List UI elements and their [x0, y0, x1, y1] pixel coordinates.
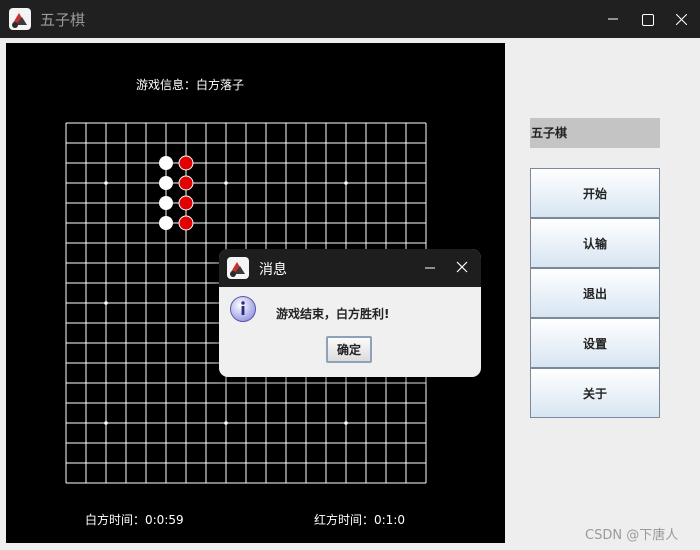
sidebar-title-label: 五子棋 [530, 118, 660, 148]
red-timer: 红方时间：0:1:0 [314, 513, 405, 527]
star-point [104, 181, 108, 185]
window-titlebar: 五子棋 [0, 0, 700, 38]
window-title: 五子棋 [40, 11, 86, 29]
star-point [104, 421, 108, 425]
dialog-minimize-button[interactable] [418, 255, 442, 279]
star-point [344, 181, 348, 185]
red-stone [178, 155, 194, 171]
minimize-icon [425, 267, 435, 269]
about-button[interactable]: 关于 [530, 368, 660, 418]
red-stone [178, 215, 194, 231]
white-stone [159, 196, 173, 210]
dialog-titlebar: 消息 [219, 249, 481, 287]
star-point [224, 421, 228, 425]
minimize-button[interactable] [594, 0, 632, 38]
star-point [104, 301, 108, 305]
close-icon [676, 14, 687, 25]
settings-button[interactable]: 设置 [530, 318, 660, 368]
white-stone [159, 216, 173, 230]
maximize-button[interactable] [628, 0, 666, 38]
app-icon [9, 8, 31, 30]
maximize-icon [642, 14, 654, 26]
white-stone [159, 176, 173, 190]
red-stone [178, 175, 194, 191]
start-button[interactable]: 开始 [530, 168, 660, 218]
red-stone [178, 195, 194, 211]
info-icon [230, 296, 256, 322]
close-icon [456, 261, 468, 273]
dialog-app-icon [227, 257, 249, 279]
dialog-title: 消息 [259, 262, 287, 278]
white-stone [159, 156, 173, 170]
dialog-message: 游戏结束，白方胜利! [276, 307, 390, 321]
game-info-text: 游戏信息：白方落子 [136, 78, 245, 92]
ok-button[interactable]: 确定 [326, 336, 372, 363]
minimize-icon [608, 18, 618, 20]
watermark-text: CSDN @下唐人 [585, 528, 679, 543]
dialog-close-button[interactable] [450, 255, 474, 279]
close-button[interactable] [662, 0, 700, 38]
star-point [344, 421, 348, 425]
exit-button[interactable]: 退出 [530, 268, 660, 318]
star-point [224, 181, 228, 185]
white-timer: 白方时间：0:0:59 [85, 513, 184, 527]
message-dialog: 消息 游戏结束，白方胜利! 确定 [219, 249, 481, 377]
surrender-button[interactable]: 认输 [530, 218, 660, 268]
